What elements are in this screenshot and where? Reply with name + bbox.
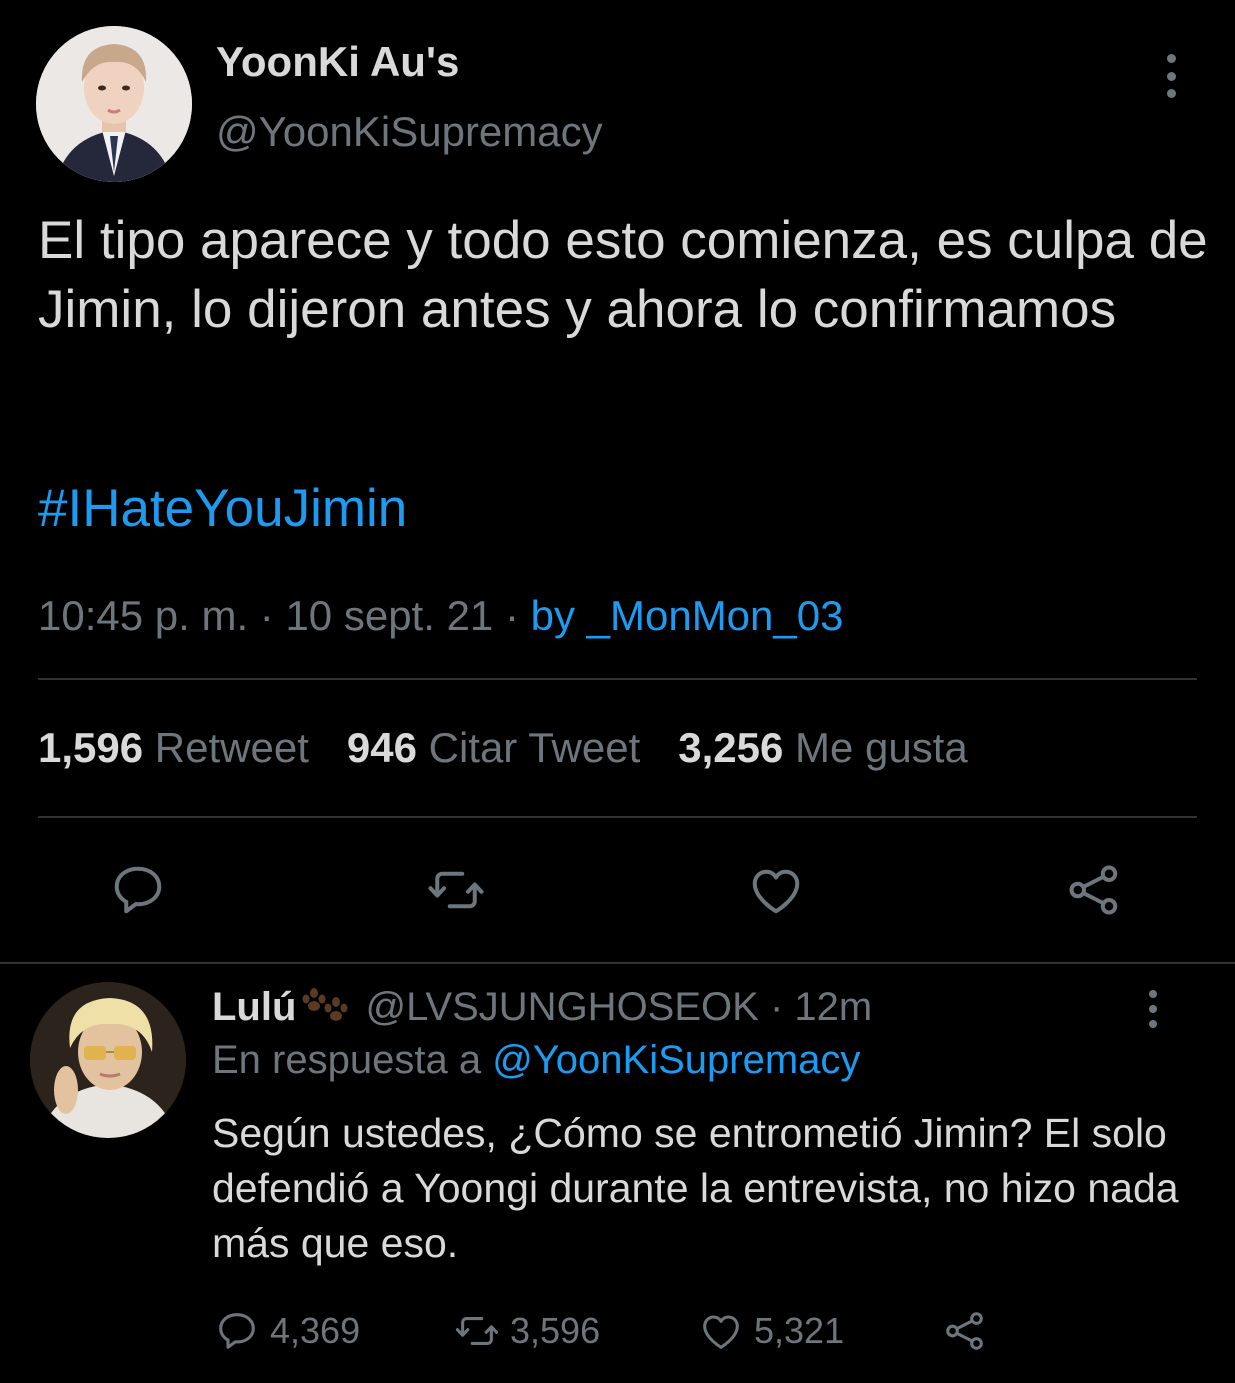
- tweet-stats: 1,596 Retweet 946 Citar Tweet 3,256 Me gus…: [38, 724, 968, 772]
- tweet-time[interactable]: 10:45 p. m.: [38, 592, 248, 639]
- like-icon: [703, 1315, 739, 1349]
- likes-count: 3,256: [678, 724, 784, 771]
- likes-label: Me gusta: [795, 724, 968, 771]
- tweet-meta: 10:45 p. m. · 10 sept. 21 · by _MonMon_0…: [38, 592, 843, 640]
- in-reply-to: En respuesta a @YoonKiSupremacy: [212, 1038, 860, 1083]
- reply-text: Según ustedes, ¿Cómo se entrometió Jimin…: [212, 1110, 1179, 1266]
- reply-icon: [219, 1313, 255, 1349]
- retweets-label: Retweet: [154, 724, 309, 771]
- meta-separator: ·: [248, 592, 286, 639]
- tweet-date[interactable]: 10 sept. 21: [285, 592, 493, 639]
- reply-time[interactable]: 12m: [794, 985, 872, 1029]
- more-options-icon[interactable]: [1158, 54, 1184, 98]
- reply-retweet-button[interactable]: 3,596: [454, 1308, 600, 1354]
- quotes-label: Citar Tweet: [428, 724, 641, 771]
- author-handle[interactable]: @YoonKiSupremacy: [216, 108, 603, 156]
- author-avatar[interactable]: [36, 26, 192, 182]
- quotes-count: 946: [346, 724, 417, 771]
- reply-author-avatar[interactable]: [30, 982, 186, 1138]
- divider: [38, 678, 1197, 680]
- tweet-source[interactable]: by _MonMon_03: [531, 592, 844, 639]
- reply-author-handle[interactable]: @LVSJUNGHOSEOK: [366, 985, 759, 1029]
- retweet-icon: [455, 1317, 499, 1345]
- quotes-stat[interactable]: 946 Citar Tweet: [347, 724, 640, 771]
- retweet-icon[interactable]: [426, 860, 486, 920]
- retweets-count: 1,596: [38, 724, 144, 771]
- meta-separator: ·: [493, 592, 531, 639]
- divider: [0, 962, 1235, 964]
- reply-reply-count: 4,369: [270, 1310, 361, 1351]
- hashtag-link[interactable]: #IHateYouJimin: [38, 478, 407, 539]
- reply-like-count: 5,321: [754, 1310, 845, 1351]
- likes-stat[interactable]: 3,256 Me gusta: [678, 724, 968, 771]
- divider: [38, 816, 1197, 818]
- header-separator: ·: [758, 985, 795, 1029]
- paw-emoji-icon: [296, 984, 354, 1024]
- share-icon[interactable]: [1064, 860, 1124, 920]
- reply-header: Lulú @LVSJUNGHOSEOK · 12m: [212, 984, 872, 1030]
- share-icon: [946, 1312, 983, 1350]
- retweets-stat[interactable]: 1,596 Retweet: [38, 724, 309, 771]
- tweet-text: El tipo aparece y todo esto comienza, es…: [38, 211, 1208, 339]
- reply-like-button[interactable]: 5,321: [698, 1308, 844, 1354]
- reply-share-button[interactable]: [942, 1308, 998, 1354]
- in-reply-mention[interactable]: @YoonKiSupremacy: [492, 1038, 860, 1082]
- reply-reply-button[interactable]: 4,369: [214, 1308, 360, 1354]
- author-name[interactable]: YoonKi Au's: [216, 38, 459, 86]
- reply-icon[interactable]: [108, 860, 168, 920]
- reply-more-options-icon[interactable]: [1142, 990, 1164, 1028]
- reply-retweet-count: 3,596: [510, 1310, 601, 1351]
- like-icon[interactable]: [746, 860, 806, 920]
- in-reply-prefix: En respuesta a: [212, 1038, 493, 1082]
- reply-author-name[interactable]: Lulú: [212, 985, 296, 1029]
